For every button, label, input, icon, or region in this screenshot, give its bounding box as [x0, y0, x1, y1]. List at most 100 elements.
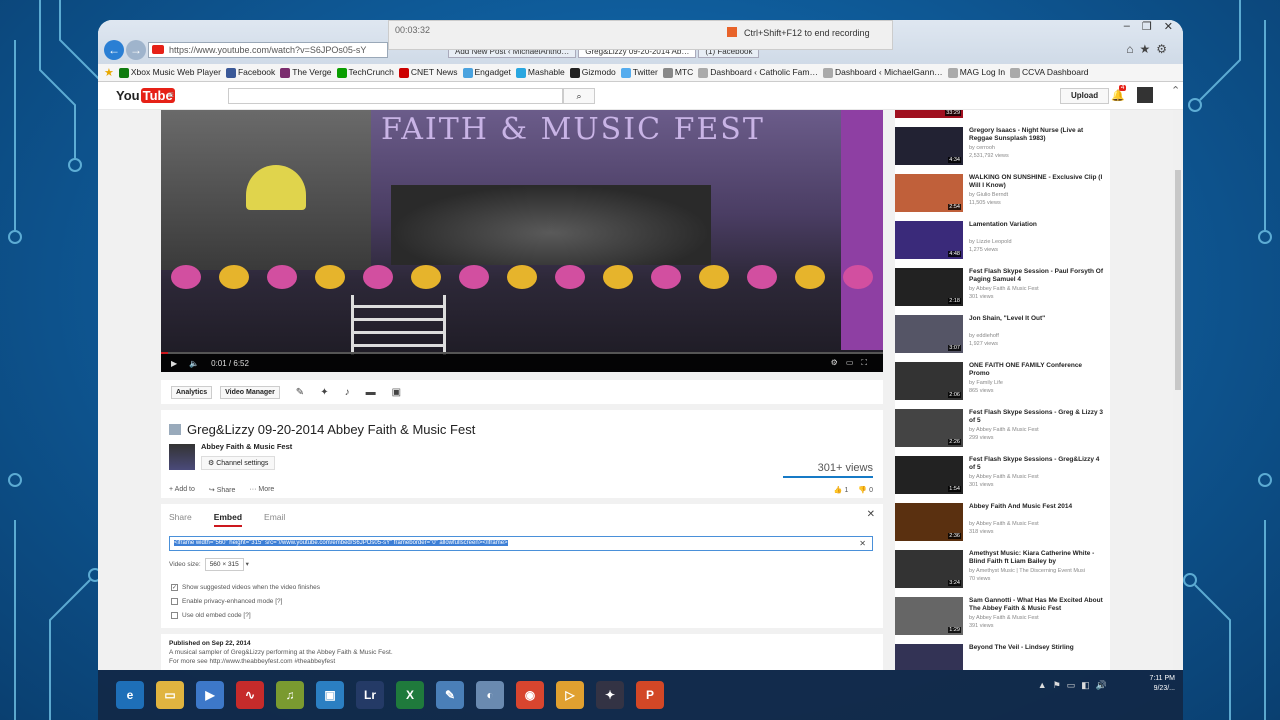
- chrome-icon[interactable]: ◉: [516, 681, 544, 709]
- video-thumbnail[interactable]: 4:34: [895, 127, 963, 165]
- excel-icon[interactable]: X: [396, 681, 424, 709]
- tab-embed[interactable]: Embed: [213, 512, 243, 527]
- add-to-button[interactable]: + Add to: [169, 486, 195, 494]
- favorites-star-icon[interactable]: ★: [104, 66, 114, 79]
- maximize-icon[interactable]: ❐: [1142, 20, 1152, 33]
- notes-icon[interactable]: ✎: [436, 681, 464, 709]
- related-video-item[interactable]: 1:29 Sam Gannotti - What Has Me Excited …: [895, 597, 1110, 639]
- lightroom-icon[interactable]: Lr: [356, 681, 384, 709]
- video-thumbnail[interactable]: 3:24: [895, 550, 963, 588]
- game-app-icon[interactable]: ✦: [596, 681, 624, 709]
- analytics-button[interactable]: Analytics: [171, 385, 213, 399]
- bookmark-gizmodo[interactable]: Gizmodo: [569, 67, 616, 78]
- related-title[interactable]: Jon Shain, "Level It Out": [969, 315, 1104, 323]
- address-bar[interactable]: https://www.youtube.com/watch?v=S6JPOs05…: [148, 42, 388, 58]
- audio-icon[interactable]: ♪: [345, 387, 350, 398]
- related-video-item[interactable]: 3:07 Jon Shain, "Level It Out" by eddieh…: [895, 315, 1110, 357]
- bookmark-verge[interactable]: The Verge: [280, 67, 332, 78]
- paint-icon[interactable]: ◐: [476, 681, 504, 709]
- embed-code-field[interactable]: <iframe width="560" height="315" src="//…: [169, 536, 873, 551]
- video-thumbnail[interactable]: 2:06: [895, 362, 963, 400]
- checkbox-checked-icon[interactable]: ✓: [171, 584, 178, 591]
- related-video-item[interactable]: 2:54 WALKING ON SUNSHINE - Exclusive Cli…: [895, 174, 1110, 216]
- channel-name[interactable]: Abbey Faith & Music Fest: [201, 442, 292, 451]
- video-thumbnail[interactable]: 2:18: [895, 268, 963, 306]
- gear-icon[interactable]: ⚙: [1156, 42, 1173, 56]
- upload-button[interactable]: Upload: [1060, 88, 1110, 104]
- play-icon[interactable]: ▶: [171, 359, 177, 368]
- video-thumbnail[interactable]: 3:07: [895, 315, 963, 353]
- related-title[interactable]: Fest Flash Skype Sessions - Greg & Lizzy…: [969, 409, 1104, 425]
- video-thumbnail[interactable]: 1:54: [895, 456, 963, 494]
- favorites-icon[interactable]: ★: [1139, 42, 1156, 56]
- annotations-icon[interactable]: ▬: [366, 387, 376, 398]
- dislike-button[interactable]: 👎 0: [858, 486, 873, 494]
- captions-icon[interactable]: ▣: [392, 387, 401, 398]
- music-app-icon[interactable]: ♫: [276, 681, 304, 709]
- related-video-item[interactable]: 2:26 Fest Flash Skype Sessions - Greg & …: [895, 409, 1110, 451]
- related-title[interactable]: Lamentation Variation: [969, 221, 1104, 229]
- forward-button[interactable]: →: [126, 40, 146, 60]
- video-thumbnail[interactable]: 2:54: [895, 174, 963, 212]
- bookmark-engadget[interactable]: Engadget: [462, 67, 511, 78]
- channel-avatar[interactable]: [169, 444, 195, 470]
- media-player-icon[interactable]: ▶: [196, 681, 224, 709]
- guide-menu-icon[interactable]: ≡: [168, 90, 174, 101]
- related-video-item[interactable]: 3:24 Amethyst Music: Kiara Catherine Whi…: [895, 550, 1110, 592]
- close-icon[interactable]: ✕: [1164, 20, 1173, 33]
- explorer-icon[interactable]: ▭: [156, 681, 184, 709]
- video-thumbnail[interactable]: 33:29: [895, 110, 963, 118]
- video-thumbnail[interactable]: 2:36: [895, 503, 963, 541]
- related-video-item[interactable]: 33:29 by John Wales 833 views: [895, 110, 1110, 122]
- bookmark-xbox[interactable]: Xbox Music Web Player: [118, 67, 221, 78]
- bookmark-dashboard-catholic[interactable]: Dashboard ‹ Catholic Fam…: [698, 67, 818, 78]
- search-input[interactable]: [228, 88, 563, 104]
- video-app-icon[interactable]: ▷: [556, 681, 584, 709]
- video-size-select[interactable]: 560 × 315: [204, 558, 244, 571]
- audio-app-icon[interactable]: ∿: [236, 681, 264, 709]
- publisher-icon[interactable]: ▣: [316, 681, 344, 709]
- channel-settings-button[interactable]: ⚙ Channel settings: [201, 456, 276, 470]
- settings-icon[interactable]: ⚙: [831, 358, 846, 367]
- bookmark-mag[interactable]: MAG Log In: [947, 67, 1005, 78]
- clear-icon[interactable]: ✕: [859, 537, 866, 550]
- bookmark-cnet[interactable]: CNET News: [398, 67, 458, 78]
- option-privacy[interactable]: Enable privacy-enhanced mode [?]: [171, 598, 282, 605]
- back-button[interactable]: ←: [104, 40, 124, 60]
- bookmark-facebook[interactable]: Facebook: [225, 67, 275, 78]
- home-icon[interactable]: ⌂: [1126, 42, 1139, 56]
- related-video-item[interactable]: 2:36 Abbey Faith And Music Fest 2014 by …: [895, 503, 1110, 545]
- stop-recording-icon[interactable]: [727, 27, 737, 37]
- checkbox-icon[interactable]: [171, 598, 178, 605]
- video-player[interactable]: FAITH & MUSIC FEST ▶ 🔈 0:01 / 6:52 ⚙▭⛶: [161, 110, 883, 372]
- bookmark-twitter[interactable]: Twitter: [620, 67, 658, 78]
- video-thumbnail[interactable]: 4:48: [895, 221, 963, 259]
- related-video-item[interactable]: 1:54 Fest Flash Skype Sessions - Greg&Li…: [895, 456, 1110, 498]
- avatar[interactable]: [1137, 87, 1153, 103]
- bookmark-ccva[interactable]: CCVA Dashboard: [1010, 67, 1089, 78]
- scroll-up-icon[interactable]: ⌃: [1171, 84, 1180, 97]
- theater-icon[interactable]: ▭: [846, 358, 862, 367]
- enhance-icon[interactable]: ✦: [320, 387, 328, 398]
- related-video-item[interactable]: 2:18 Fest Flash Skype Session - Paul For…: [895, 268, 1110, 310]
- scrollbar-thumb[interactable]: [1175, 170, 1181, 390]
- related-video-item[interactable]: Beyond The Veil - Lindsey Stirling: [895, 644, 1110, 670]
- volume-icon[interactable]: 🔈: [189, 359, 199, 368]
- bookmark-dashboard-michael[interactable]: Dashboard ‹ MichaelGann…: [822, 67, 943, 78]
- related-title[interactable]: Fest Flash Skype Session - Paul Forsyth …: [969, 268, 1104, 284]
- related-title[interactable]: Beyond The Veil - Lindsey Stirling: [969, 644, 1104, 652]
- related-title[interactable]: Gregory Isaacs - Night Nurse (Live at Re…: [969, 127, 1104, 143]
- video-thumbnail[interactable]: 1:29: [895, 597, 963, 635]
- related-title[interactable]: Fest Flash Skype Sessions - Greg&Lizzy 4…: [969, 456, 1104, 472]
- more-button[interactable]: ··· More: [249, 486, 274, 494]
- minimize-icon[interactable]: –: [1124, 20, 1130, 33]
- scrollbar[interactable]: [1173, 110, 1183, 670]
- bookmark-mashable[interactable]: Mashable: [515, 67, 565, 78]
- related-title[interactable]: Amethyst Music: Kiara Catherine White - …: [969, 550, 1104, 566]
- option-old-code[interactable]: Use old embed code [?]: [171, 612, 251, 619]
- edit-icon[interactable]: ✎: [296, 387, 304, 398]
- share-button[interactable]: ↪ Share: [209, 486, 236, 494]
- bookmark-techcrunch[interactable]: TechCrunch: [336, 67, 394, 78]
- video-thumbnail[interactable]: [895, 644, 963, 670]
- search-button[interactable]: ⌕: [563, 88, 595, 104]
